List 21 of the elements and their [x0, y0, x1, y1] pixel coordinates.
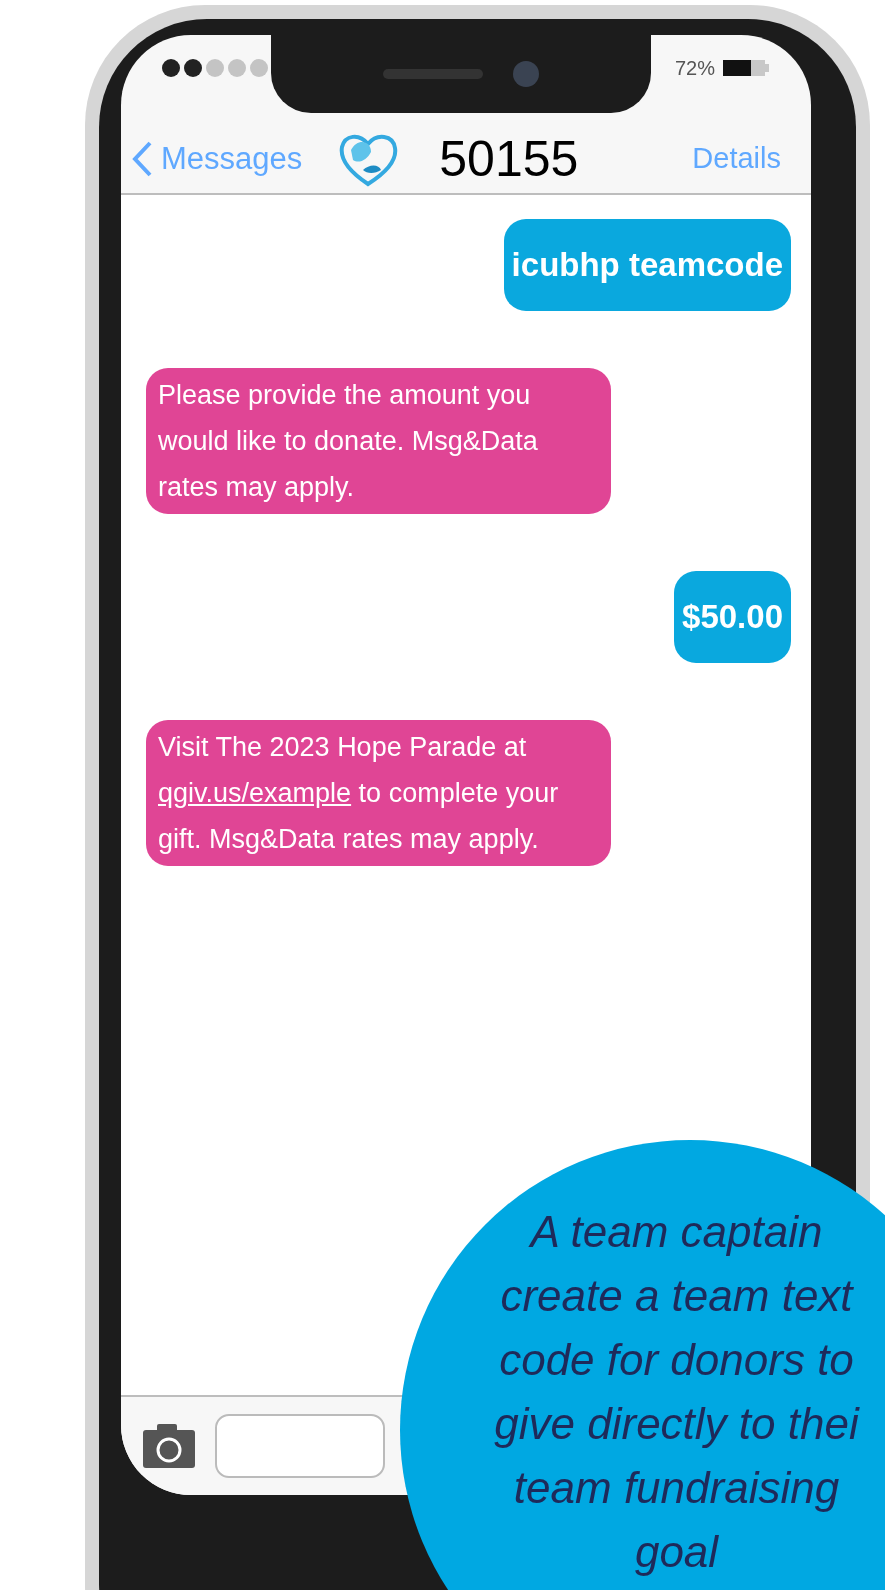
signal-dots-icon	[161, 57, 271, 78]
camera-lens-icon	[513, 61, 539, 87]
message-text: icubhp teamcode	[511, 245, 783, 285]
battery-icon	[723, 58, 771, 77]
caption-line: create a team text	[500, 1270, 853, 1322]
caption-line: give directly to thei	[494, 1398, 859, 1450]
caption-line: code for donors to	[499, 1334, 854, 1386]
message-link[interactable]: qgiv.us/example	[158, 778, 352, 808]
message-input-field[interactable]	[215, 1414, 385, 1478]
chevron-left-icon	[131, 140, 153, 178]
details-button[interactable]: Details	[692, 137, 781, 181]
camera-icon[interactable]	[143, 1424, 195, 1468]
message-text: Visit The 2023 Hope Parade at qgiv.us/example to complete your gift. Msg&Data rates may apply.	[158, 731, 560, 856]
caption-line: team fundraising	[513, 1462, 840, 1514]
message-text: Please provide the amount you would like to donate. Msg&Data rates may apply.	[158, 379, 539, 504]
message-text: $50.00	[682, 597, 783, 637]
battery-percent: 72%	[674, 55, 715, 81]
caption-line: goal	[634, 1526, 719, 1578]
caption-line: A team captain	[530, 1206, 823, 1258]
back-button[interactable]: Messages	[131, 135, 303, 183]
conversation-title: 50155	[439, 129, 579, 189]
